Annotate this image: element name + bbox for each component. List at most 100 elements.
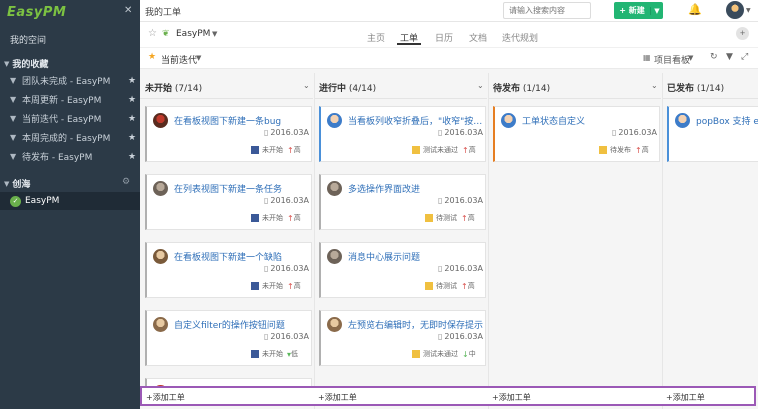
sidebar-favorite-item[interactable]: ▼ 待发布 - EasyPM ★	[0, 147, 140, 166]
star-icon[interactable]: ★	[128, 76, 140, 86]
sidebar-favorite-label: 本周更新 - EasyPM	[22, 96, 102, 106]
column-title: 待发布	[493, 84, 521, 94]
ticket-iteration: 2016.03A	[444, 128, 483, 137]
chevron-down-icon[interactable]: ▼	[688, 54, 693, 62]
sidebar-favorite-item[interactable]: ▼ 当前迭代 - EasyPM ★	[0, 109, 140, 128]
ticket-priority: 高	[467, 214, 475, 222]
current-iteration-filter[interactable]: 当前迭代	[161, 53, 197, 66]
bell-icon[interactable]: 🔔	[688, 3, 702, 16]
star-outline-icon[interactable]: ☆	[148, 28, 157, 39]
ticket-card[interactable]: 多选操作界面改进 ▯ 2016.03A 待测试 ↑ 高	[319, 174, 486, 230]
page-title: 我的工单	[145, 8, 182, 18]
ticket-title[interactable]: 在看板视图下新建一个缺陷	[174, 250, 309, 263]
tab-docs[interactable]: 文档	[469, 31, 487, 44]
add-user-icon[interactable]: +	[736, 27, 749, 40]
ticket-title[interactable]: 多选操作界面改进	[348, 182, 483, 195]
refresh-icon[interactable]: ↻	[710, 52, 718, 62]
ticket-card[interactable]: 自定义filter的操作按钮问题 ▯ 2016.03A 未开始 ▾ 低	[145, 310, 312, 366]
ticket-card[interactable]: popBox 支持 esc	[667, 106, 758, 162]
add-ticket-button[interactable]: +添加工单	[492, 392, 531, 403]
star-icon[interactable]: ★	[128, 114, 140, 124]
tab-iteration-plan[interactable]: 迭代规划	[502, 31, 538, 44]
search-input[interactable]	[503, 2, 591, 19]
chevron-down-icon[interactable]: ▼	[212, 30, 217, 38]
ticket-title[interactable]: 在看板视图下新建一条bug	[174, 114, 309, 127]
ticket-title[interactable]: 当看板列收窄折叠后，"收窄"按…	[348, 114, 483, 127]
sidebar-project-label: EasyPM	[25, 196, 60, 206]
sidebar-favorite-item[interactable]: ▼ 本周更新 - EasyPM ★	[0, 90, 140, 109]
ticket-title[interactable]: 消息中心展示问题	[348, 250, 483, 263]
sidebar-favorites-header[interactable]: ▼ 我的收藏	[4, 57, 48, 71]
ticket-card[interactable]: 在看板视图下新建一个缺陷 ▯ 2016.03A 未开始 ↑ 高	[145, 242, 312, 298]
filter-icon[interactable]: ▼	[726, 52, 733, 62]
sidebar-favorite-label: 本周完成的 - EasyPM	[22, 134, 111, 144]
filter-icon: ▼	[10, 152, 17, 161]
ticket-title[interactable]: 自定义filter的操作按钮问题	[174, 318, 309, 331]
column-header[interactable]: 进行中 (4/14) ⌄	[314, 75, 487, 99]
chevron-down-icon[interactable]: ⌄	[651, 81, 658, 90]
avatar	[153, 181, 168, 196]
ticket-title[interactable]: 左预览右编辑时，无即时保存提示	[348, 318, 483, 331]
caret-down-icon: ▼	[4, 59, 10, 68]
tab-home[interactable]: 主页	[367, 31, 385, 44]
leaf-icon: ❦	[162, 29, 170, 39]
star-icon[interactable]: ★	[128, 133, 140, 143]
sidebar-team-title: 创海	[12, 180, 31, 190]
app-root: EasyPM ✕ 我的空间 ▼ 我的收藏 ▼ 团队未完成 - EasyPM ★ …	[0, 0, 758, 409]
close-icon[interactable]: ✕	[124, 5, 132, 16]
expand-icon[interactable]: ⤢	[741, 52, 748, 62]
sidebar-my-space[interactable]: 我的空间	[10, 33, 46, 46]
chevron-down-icon[interactable]: ▼	[746, 7, 751, 14]
add-ticket-button[interactable]: +添加工单	[666, 392, 705, 403]
ticket-iteration: 2016.03A	[618, 128, 657, 137]
add-ticket-button[interactable]: +添加工单	[318, 392, 357, 403]
ticket-card[interactable]: 左预览右编辑时，无即时保存提示 ▯ 2016.03A 测试未通过 ↓ 中	[319, 310, 486, 366]
star-icon[interactable]: ★	[128, 95, 140, 105]
chevron-down-icon[interactable]: ▼	[196, 54, 201, 62]
column-header[interactable]: 未开始 (7/14) ⌄	[140, 75, 313, 99]
ticket-title[interactable]: 在列表视图下新建一条任务	[174, 182, 309, 195]
avatar[interactable]	[726, 1, 744, 19]
ticket-card[interactable]: 在列表视图下新建一条任务 ▯ 2016.03A 未开始 ↑ 高	[145, 174, 312, 230]
ticket-card[interactable]: 在看板视图下新建一条bug ▯ 2016.03A 未开始 ↑ 高	[145, 106, 312, 162]
column-divider	[488, 73, 489, 409]
ticket-card[interactable]: 当看板列收窄折叠后，"收窄"按… ▯ 2016.03A 测试未通过 ↑ 高	[319, 106, 486, 162]
ticket-title[interactable]: 工单状态自定义	[522, 114, 657, 127]
ticket-card[interactable]: 工单状态自定义 ▯ 2016.03A 待发布 ↑ 高	[493, 106, 660, 162]
grid-icon: ▦	[643, 53, 651, 62]
add-ticket-button[interactable]: +添加工单	[146, 392, 185, 403]
ticket-iteration: 2016.03A	[444, 264, 483, 273]
board-column-to-release: 待发布 (1/14) ⌄ 工单状态自定义 ▯ 2016.03A 待发布 ↑ 高	[488, 69, 661, 409]
chevron-down-icon[interactable]: ▼	[650, 6, 663, 15]
sidebar-project-easypm[interactable]: ✓ EasyPM	[0, 192, 140, 210]
top-bar: 我的工单 + 新建 ▼ 🔔 ▼	[140, 0, 758, 22]
column-header[interactable]: 待发布 (1/14) ⌄	[488, 75, 661, 99]
column-header[interactable]: 已发布 (1/14)	[662, 75, 758, 99]
arrow-up-icon: ↑	[287, 213, 294, 223]
column-title: 已发布	[667, 84, 695, 94]
board-view-selector[interactable]: 项目看板	[654, 53, 690, 66]
arrow-down-icon: ↓	[462, 349, 469, 359]
sidebar-favorite-item[interactable]: ▼ 团队未完成 - EasyPM ★	[0, 71, 140, 90]
avatar	[327, 249, 342, 264]
app-logo[interactable]: EasyPM	[7, 5, 66, 20]
filter-icon: ▼	[10, 114, 17, 123]
ticket-status: 待测试	[436, 282, 457, 290]
chevron-down-icon[interactable]: ⌄	[303, 81, 310, 90]
sidebar-team-header[interactable]: ▼ 创海	[4, 177, 31, 191]
sidebar-favorite-item[interactable]: ▼ 本周完成的 - EasyPM ★	[0, 128, 140, 147]
new-button[interactable]: + 新建 ▼	[614, 2, 663, 19]
arrow-up-icon: ↑	[461, 213, 468, 223]
star-icon[interactable]: ★	[128, 152, 140, 162]
tab-calendar[interactable]: 日历	[435, 31, 453, 44]
filter-icon: ▼	[10, 95, 17, 104]
ticket-priority: 高	[293, 214, 301, 222]
chevron-down-icon[interactable]: ⌄	[477, 81, 484, 90]
status-color-icon	[425, 214, 433, 222]
project-name[interactable]: EasyPM	[176, 29, 210, 39]
ticket-iteration: 2016.03A	[444, 332, 483, 341]
filter-icon: ▼	[10, 76, 17, 85]
ticket-title[interactable]: popBox 支持 esc	[696, 114, 758, 127]
gear-icon[interactable]: ⚙	[122, 177, 130, 187]
ticket-card[interactable]: 消息中心展示问题 ▯ 2016.03A 待测试 ↑ 高	[319, 242, 486, 298]
